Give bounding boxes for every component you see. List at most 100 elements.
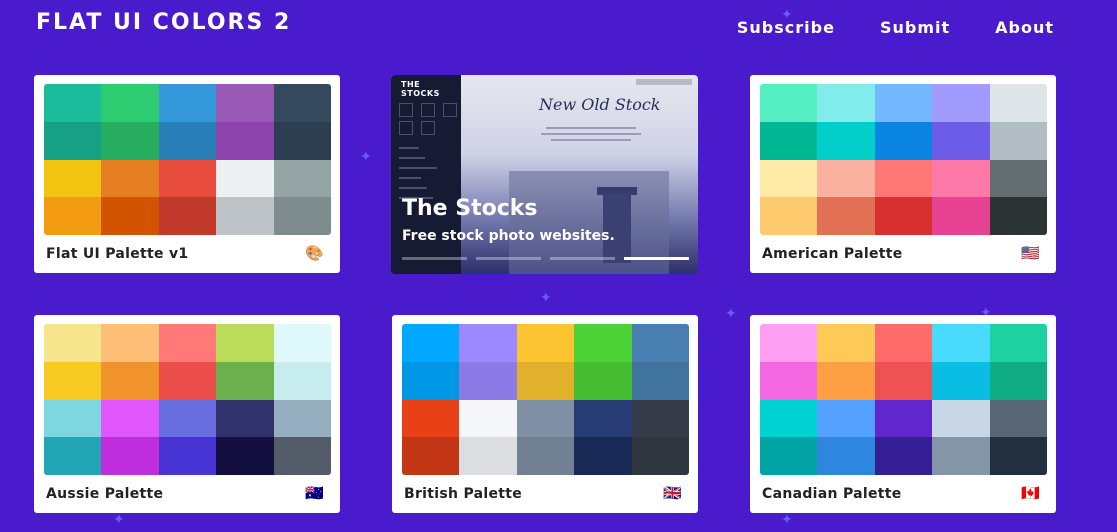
color-swatch[interactable] (158, 159, 217, 198)
color-swatch[interactable] (817, 361, 875, 400)
color-swatch[interactable] (459, 399, 517, 438)
color-swatch[interactable] (101, 197, 159, 235)
color-swatch[interactable] (874, 197, 933, 235)
color-swatch[interactable] (989, 324, 1047, 362)
palette-card[interactable]: Flat UI Palette v1 🎨 (34, 75, 340, 273)
color-swatch[interactable] (760, 121, 818, 160)
color-swatch[interactable] (817, 399, 875, 438)
color-swatch[interactable] (932, 159, 990, 198)
color-swatch[interactable] (44, 361, 102, 400)
color-swatch[interactable] (101, 437, 159, 475)
color-swatch[interactable] (516, 399, 575, 438)
color-swatch[interactable] (273, 324, 331, 362)
color-swatch[interactable] (932, 399, 990, 438)
color-swatch[interactable] (932, 84, 990, 122)
color-swatch[interactable] (459, 324, 517, 362)
color-swatch[interactable] (516, 437, 575, 475)
color-swatch[interactable] (874, 121, 933, 160)
palette-card[interactable]: American Palette 🇺🇸 (750, 75, 1056, 273)
promo-slide-dot[interactable] (624, 257, 689, 260)
color-swatch[interactable] (44, 121, 102, 160)
color-swatch[interactable] (631, 399, 689, 438)
color-swatch[interactable] (932, 197, 990, 235)
color-swatch[interactable] (101, 361, 159, 400)
color-swatch[interactable] (216, 159, 274, 198)
color-swatch[interactable] (101, 159, 159, 198)
promo-slide-dot[interactable] (402, 257, 467, 260)
color-swatch[interactable] (216, 437, 274, 475)
color-swatch[interactable] (44, 399, 102, 438)
color-swatch[interactable] (989, 121, 1047, 160)
color-swatch[interactable] (989, 361, 1047, 400)
color-swatch[interactable] (874, 399, 933, 438)
color-swatch[interactable] (760, 159, 818, 198)
color-swatch[interactable] (874, 324, 933, 362)
color-swatch[interactable] (101, 121, 159, 160)
color-swatch[interactable] (44, 197, 102, 235)
color-swatch[interactable] (631, 437, 689, 475)
color-swatch[interactable] (402, 361, 460, 400)
color-swatch[interactable] (459, 437, 517, 475)
color-swatch[interactable] (44, 159, 102, 198)
nav-about[interactable]: About (995, 18, 1054, 37)
color-swatch[interactable] (989, 84, 1047, 122)
color-swatch[interactable] (817, 159, 875, 198)
color-swatch[interactable] (273, 84, 331, 122)
color-swatch[interactable] (760, 399, 818, 438)
color-swatch[interactable] (760, 361, 818, 400)
color-swatch[interactable] (817, 197, 875, 235)
brand-logo[interactable]: FLAT UI COLORS 2 (36, 10, 291, 35)
color-swatch[interactable] (273, 437, 331, 475)
color-swatch[interactable] (158, 84, 217, 122)
color-swatch[interactable] (216, 84, 274, 122)
color-swatch[interactable] (932, 361, 990, 400)
color-swatch[interactable] (216, 324, 274, 362)
color-swatch[interactable] (932, 324, 990, 362)
color-swatch[interactable] (44, 324, 102, 362)
color-swatch[interactable] (932, 437, 990, 475)
color-swatch[interactable] (760, 437, 818, 475)
color-swatch[interactable] (216, 399, 274, 438)
color-swatch[interactable] (158, 437, 217, 475)
color-swatch[interactable] (273, 361, 331, 400)
color-swatch[interactable] (516, 324, 575, 362)
color-swatch[interactable] (631, 324, 689, 362)
color-swatch[interactable] (874, 84, 933, 122)
color-swatch[interactable] (989, 159, 1047, 198)
color-swatch[interactable] (932, 121, 990, 160)
color-swatch[interactable] (574, 399, 632, 438)
color-swatch[interactable] (817, 437, 875, 475)
color-swatch[interactable] (760, 324, 818, 362)
color-swatch[interactable] (760, 84, 818, 122)
color-swatch[interactable] (516, 361, 575, 400)
color-swatch[interactable] (216, 197, 274, 235)
color-swatch[interactable] (44, 84, 102, 122)
promo-slide-dot[interactable] (476, 257, 541, 260)
color-swatch[interactable] (989, 437, 1047, 475)
color-swatch[interactable] (101, 324, 159, 362)
color-swatch[interactable] (158, 399, 217, 438)
color-swatch[interactable] (459, 361, 517, 400)
color-swatch[interactable] (574, 361, 632, 400)
color-swatch[interactable] (101, 399, 159, 438)
color-swatch[interactable] (273, 399, 331, 438)
palette-card[interactable]: Aussie Palette 🇦🇺 (34, 315, 340, 513)
color-swatch[interactable] (817, 121, 875, 160)
color-swatch[interactable] (760, 197, 818, 235)
color-swatch[interactable] (158, 197, 217, 235)
color-swatch[interactable] (273, 159, 331, 198)
palette-card[interactable]: Canadian Palette 🇨🇦 (750, 315, 1056, 513)
color-swatch[interactable] (158, 361, 217, 400)
nav-submit[interactable]: Submit (880, 18, 950, 37)
color-swatch[interactable] (402, 437, 460, 475)
color-swatch[interactable] (101, 84, 159, 122)
promo-slide-dot[interactable] (550, 257, 615, 260)
color-swatch[interactable] (216, 121, 274, 160)
color-swatch[interactable] (817, 324, 875, 362)
color-swatch[interactable] (874, 361, 933, 400)
color-swatch[interactable] (817, 84, 875, 122)
color-swatch[interactable] (989, 399, 1047, 438)
color-swatch[interactable] (631, 361, 689, 400)
palette-card[interactable]: British Palette 🇬🇧 (392, 315, 698, 513)
color-swatch[interactable] (273, 197, 331, 235)
